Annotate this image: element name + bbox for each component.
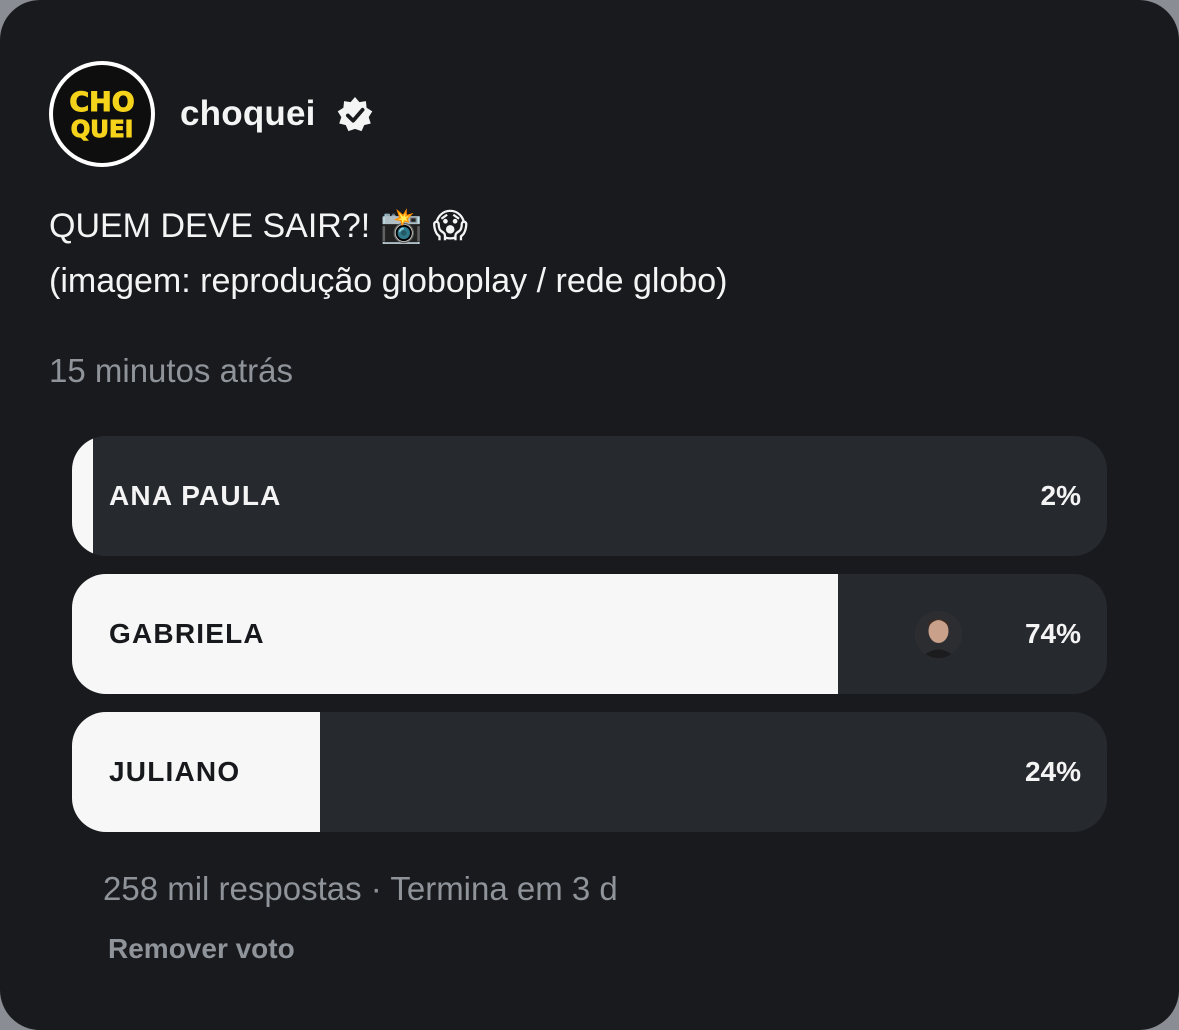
poll-option-label: JULIANO (109, 756, 241, 787)
caption-text: QUEM DEVE SAIR?! (49, 206, 371, 245)
profile-avatar[interactable]: CHO QUEI (49, 61, 155, 167)
verified-badge-icon (337, 96, 373, 132)
username[interactable]: choquei (180, 94, 316, 134)
poll-footer: 258 mil respostas · Termina em 3 d (103, 870, 618, 907)
post-caption-line1: QUEM DEVE SAIR?! 📸 😱 (49, 206, 468, 246)
voter-avatar (915, 611, 962, 658)
poll-option-juliano[interactable]: JULIANO 24% (72, 712, 1107, 832)
avatar-logo: CHO QUEI (53, 65, 151, 163)
poll-option-percent: 2% (1040, 480, 1081, 511)
logo-text-line1: CHO (69, 87, 134, 118)
poll-option-label: GABRIELA (109, 618, 265, 649)
poll-option-gabriela[interactable]: GABRIELA 74% (72, 574, 1107, 694)
poll-option-fill (72, 436, 93, 556)
post-caption-line2: (imagem: reprodução globoplay / rede glo… (49, 262, 728, 300)
voter-avatar-image (915, 611, 962, 658)
remove-vote-button[interactable]: Remover voto (108, 933, 295, 965)
poll-option-ana-paula[interactable]: ANA PAULA 2% (72, 436, 1107, 556)
camera-flash-emoji: 📸 (380, 207, 423, 245)
post-card: CHO QUEI choquei QUEM DEVE SAIR?! 📸 😱 (i… (0, 0, 1179, 1030)
poll-option-percent: 74% (1024, 618, 1081, 649)
poll-option-label: ANA PAULA (109, 480, 282, 511)
scream-emoji: 😱 (432, 207, 468, 245)
poll-option-percent: 24% (1024, 756, 1081, 787)
choquei-logo: CHO QUEI (69, 87, 135, 144)
logo-text-line2: QUEI (71, 117, 134, 143)
post-timestamp: 15 minutos atrás (49, 352, 293, 389)
